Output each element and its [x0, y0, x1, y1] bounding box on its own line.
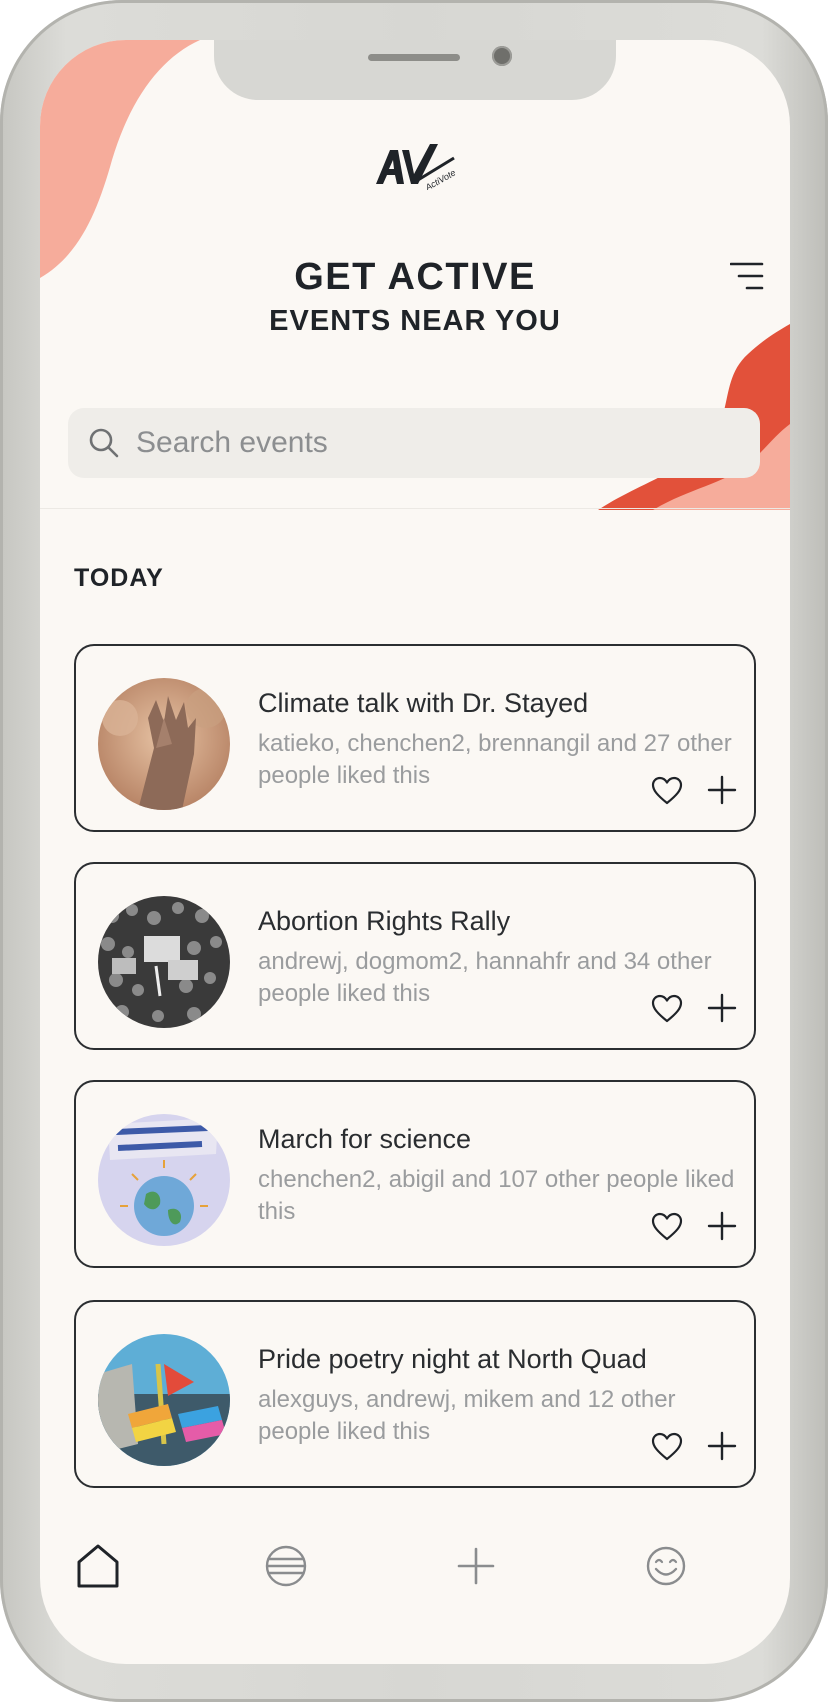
globe-icon[interactable] — [262, 1542, 310, 1590]
section-heading-today: TODAY — [74, 564, 164, 592]
heart-icon[interactable] — [651, 776, 683, 806]
add-event-icon[interactable] — [706, 774, 738, 806]
add-event-icon[interactable] — [706, 1210, 738, 1242]
page-subtitle: EVENTS NEAR YOU — [269, 305, 561, 337]
speaker-grille — [368, 54, 460, 61]
add-icon[interactable] — [452, 1542, 500, 1590]
heart-icon[interactable] — [651, 1432, 683, 1462]
event-image-planet-sign — [98, 1114, 230, 1246]
phone-frame: ActiVote GET ACTIVE EVENTS NEAR YOU TODA… — [0, 0, 828, 1702]
event-title[interactable]: Pride poetry night at North Quad — [258, 1344, 647, 1375]
event-title[interactable]: Climate talk with Dr. Stayed — [258, 688, 588, 719]
front-camera — [492, 46, 512, 66]
event-card[interactable]: March for science chenchen2, abigil and … — [74, 1080, 756, 1268]
bottom-tab-bar — [40, 1520, 790, 1620]
app-logo: ActiVote — [376, 144, 456, 190]
add-event-icon[interactable] — [706, 992, 738, 1024]
page-title: GET ACTIVE — [294, 256, 536, 298]
app-screen: ActiVote GET ACTIVE EVENTS NEAR YOU TODA… — [40, 40, 790, 1664]
smiley-icon[interactable] — [642, 1542, 690, 1590]
heart-icon[interactable] — [651, 994, 683, 1024]
event-title[interactable]: March for science — [258, 1124, 471, 1155]
event-list[interactable]: Climate talk with Dr. Stayed katieko, ch… — [74, 644, 760, 1506]
header-divider — [40, 508, 790, 509]
event-title[interactable]: Abortion Rights Rally — [258, 906, 510, 937]
device-notch — [214, 40, 616, 100]
event-card[interactable]: Pride poetry night at North Quad alexguy… — [74, 1300, 756, 1488]
heart-icon[interactable] — [651, 1212, 683, 1242]
search-icon — [89, 428, 119, 458]
event-card[interactable]: Climate talk with Dr. Stayed katieko, ch… — [74, 644, 756, 832]
search-input[interactable] — [134, 425, 698, 461]
event-card[interactable]: Abortion Rights Rally andrewj, dogmom2, … — [74, 862, 756, 1050]
event-image-climate — [98, 678, 230, 810]
menu-icon[interactable] — [730, 262, 764, 292]
add-event-icon[interactable] — [706, 1430, 738, 1462]
coral-blob-top-left — [40, 40, 200, 278]
home-icon[interactable] — [74, 1542, 122, 1590]
svg-text:ActiVote: ActiVote — [423, 167, 456, 190]
event-image-pride — [98, 1334, 230, 1466]
search-bar[interactable] — [68, 408, 760, 478]
event-image-rally — [98, 896, 230, 1028]
